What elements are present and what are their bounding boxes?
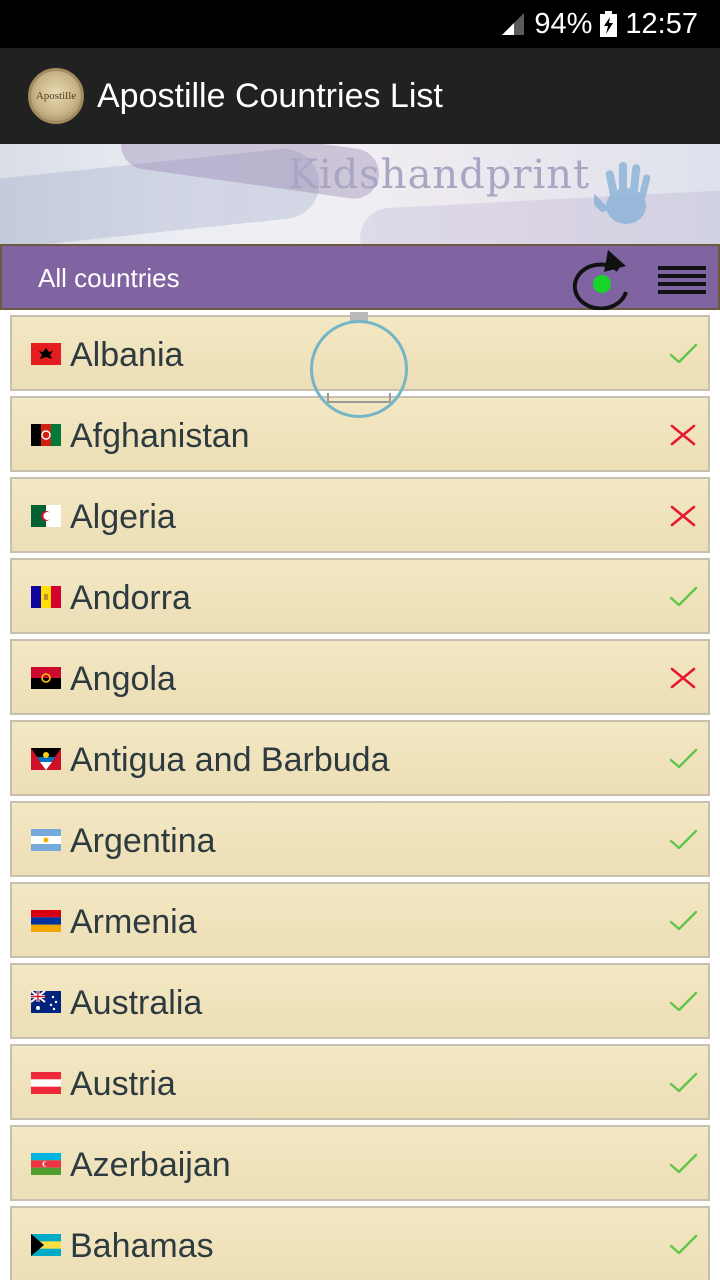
refresh-icon[interactable]	[570, 248, 634, 310]
filter-bar: All countries	[0, 244, 720, 310]
check-icon	[669, 748, 698, 769]
touch-indicator	[310, 320, 408, 418]
country-row[interactable]: Antigua and Barbuda	[10, 720, 710, 796]
signal-icon	[502, 13, 525, 35]
antigua-flag-icon	[31, 748, 61, 770]
check-icon	[669, 1234, 698, 1255]
armenia-flag-icon	[31, 910, 61, 932]
app-logo: Apostille	[28, 68, 84, 124]
logo-text: Apostille	[35, 90, 77, 102]
country-name: Bahamas	[70, 1227, 214, 1265]
country-name: Austria	[70, 1065, 176, 1103]
check-icon	[669, 343, 698, 364]
check-icon	[669, 1153, 698, 1174]
check-icon	[669, 1072, 698, 1093]
app-title: Apostille Countries List	[97, 77, 443, 115]
country-name: Azerbaijan	[70, 1146, 231, 1184]
check-icon	[669, 586, 698, 607]
country-row[interactable]: Algeria	[10, 477, 710, 553]
cross-icon	[670, 667, 696, 689]
status-bar: 94% 12:57	[0, 0, 720, 48]
handprint-icon	[594, 162, 651, 224]
country-name: Australia	[70, 984, 203, 1022]
country-row[interactable]: Argentina	[10, 801, 710, 877]
check-icon	[669, 910, 698, 931]
app-bar: Apostille Apostille Countries List	[0, 48, 720, 144]
country-name: Albania	[70, 336, 184, 374]
country-name: Andorra	[70, 579, 191, 617]
angola-flag-icon	[31, 667, 61, 689]
cross-icon	[670, 424, 696, 446]
country-row[interactable]: Armenia	[10, 882, 710, 958]
battery-charging-icon	[600, 11, 618, 37]
banner-text: Kidshandprint	[288, 152, 591, 198]
cross-icon	[670, 505, 696, 527]
country-row[interactable]: Bahamas	[10, 1206, 710, 1280]
check-icon	[669, 991, 698, 1012]
afghanistan-flag-icon	[31, 424, 61, 446]
filter-label[interactable]: All countries	[38, 246, 180, 312]
country-row[interactable]: Australia	[10, 963, 710, 1039]
argentina-flag-icon	[31, 829, 61, 851]
bahamas-flag-icon	[31, 1234, 61, 1256]
country-row[interactable]: Angola	[10, 639, 710, 715]
country-row[interactable]: Austria	[10, 1044, 710, 1120]
andorra-flag-icon	[31, 586, 61, 608]
country-name: Afghanistan	[70, 417, 250, 455]
menu-icon[interactable]	[656, 264, 708, 296]
country-name: Algeria	[70, 498, 176, 536]
scroll-bracket	[327, 393, 391, 403]
country-name: Antigua and Barbuda	[70, 741, 390, 779]
status-icons: 94% 12:57	[500, 6, 698, 42]
azerbaijan-flag-icon	[31, 1153, 61, 1175]
albania-flag-icon	[31, 343, 61, 365]
country-row[interactable]: Azerbaijan	[10, 1125, 710, 1201]
battery-percent: 94%	[534, 7, 593, 40]
algeria-flag-icon	[31, 505, 61, 527]
austria-flag-icon	[31, 1072, 61, 1094]
clock: 12:57	[625, 7, 698, 40]
country-name: Angola	[70, 660, 176, 698]
australia-flag-icon	[31, 991, 61, 1013]
check-icon	[669, 829, 698, 850]
country-row[interactable]: Andorra	[10, 558, 710, 634]
country-name: Armenia	[70, 903, 197, 941]
country-list[interactable]: Albania Afghanistan Algeria Andorra Angola An…	[0, 310, 720, 1280]
country-name: Argentina	[70, 822, 216, 860]
